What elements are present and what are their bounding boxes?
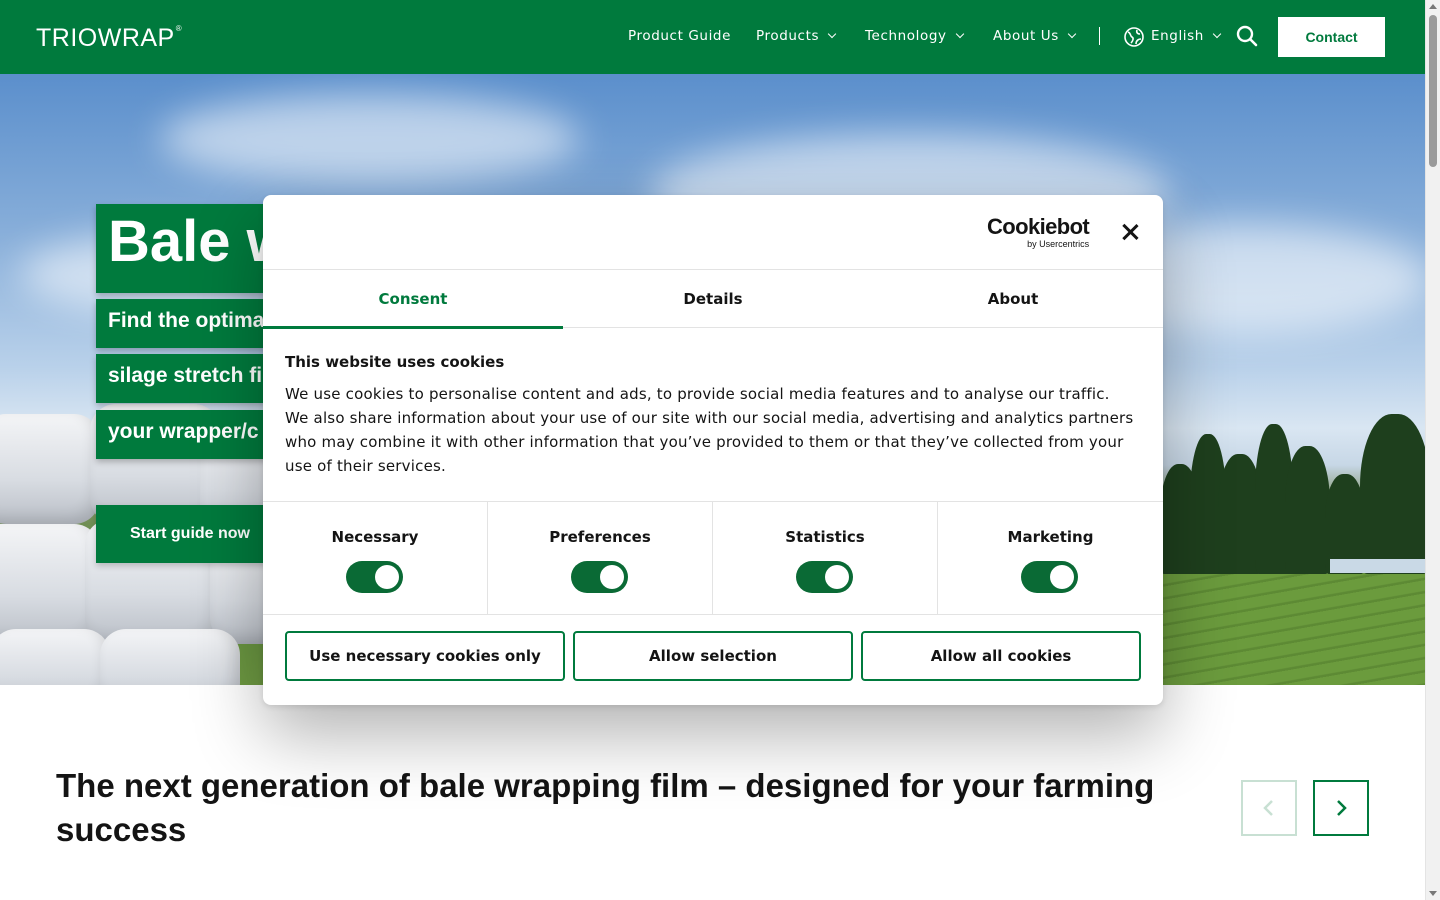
necessary-toggle[interactable] (346, 561, 403, 593)
chevron-down-icon (955, 29, 964, 39)
search-icon[interactable] (1236, 25, 1258, 47)
scroll-thumb[interactable] (1429, 15, 1437, 167)
page-scrollbar[interactable] (1425, 0, 1440, 900)
nav-about-us[interactable]: About Us (993, 26, 1077, 46)
contact-button[interactable]: Contact (1278, 17, 1385, 57)
hero-title-box: Bale w (96, 204, 286, 293)
site-header: TRIOWRAP® Product Guide Products Technol… (0, 0, 1425, 74)
dialog-header: Cookiebot by Usercentrics (263, 195, 1163, 270)
carousel-next-button[interactable] (1313, 780, 1369, 836)
marketing-toggle[interactable] (1021, 561, 1078, 593)
nav-divider (1099, 27, 1100, 45)
cookiebot-logo: Cookiebot by Usercentrics (987, 214, 1090, 250)
scroll-up-arrow-icon[interactable] (1429, 4, 1437, 9)
preferences-toggle[interactable] (571, 561, 628, 593)
hero-subtitle-line: Find the optima (96, 299, 286, 348)
dialog-tabs: Consent Details About (263, 270, 1163, 329)
category-necessary: Necessary (263, 502, 488, 614)
statistics-toggle[interactable] (796, 561, 853, 593)
hero-subtitle-line: silage stretch fi (96, 354, 286, 403)
dialog-description: We use cookies to personalise content an… (285, 385, 1134, 475)
lake (1330, 559, 1425, 573)
field (1160, 574, 1425, 685)
category-marketing: Marketing (938, 502, 1163, 614)
nav-technology[interactable]: Technology (865, 26, 964, 46)
nav-product-guide[interactable]: Product Guide (628, 26, 731, 46)
carousel-prev-button[interactable] (1241, 780, 1297, 836)
chevron-left-icon (1263, 800, 1273, 816)
close-icon[interactable] (1121, 223, 1139, 241)
dialog-actions: Use necessary cookies only Allow selecti… (285, 631, 1141, 681)
chevron-down-icon (1067, 29, 1077, 39)
chevron-right-icon (1337, 800, 1347, 816)
category-statistics: Statistics (713, 502, 938, 614)
tab-about[interactable]: About (863, 270, 1163, 328)
cookie-consent-dialog: Cookiebot by Usercentrics Consent Detail… (263, 195, 1163, 705)
triowrap-logo[interactable]: TRIOWRAP® (36, 24, 182, 53)
cookie-categories: Necessary Preferences Statistics Marketi… (263, 501, 1163, 615)
language-selector[interactable]: English (1151, 26, 1222, 46)
scroll-down-arrow-icon[interactable] (1429, 891, 1437, 896)
category-preferences: Preferences (488, 502, 713, 614)
tab-consent[interactable]: Consent (263, 270, 563, 329)
nav-products[interactable]: Products (756, 26, 837, 46)
necessary-only-button[interactable]: Use necessary cookies only (285, 631, 565, 681)
cloud (160, 94, 580, 184)
hero-title: Bale w (108, 209, 286, 274)
hero-subtitle-line: your wrapper/c (96, 410, 286, 459)
trees-image (1160, 404, 1425, 574)
globe-icon (1124, 27, 1144, 47)
section-tagline: The next generation of bale wrapping fil… (56, 767, 1155, 848)
tab-details[interactable]: Details (563, 270, 863, 328)
chevron-down-icon (1212, 29, 1222, 39)
chevron-down-icon (827, 29, 837, 39)
allow-all-button[interactable]: Allow all cookies (861, 631, 1141, 681)
dialog-body: This website uses cookies We use cookies… (285, 353, 1135, 478)
allow-selection-button[interactable]: Allow selection (573, 631, 853, 681)
dialog-title: This website uses cookies (285, 353, 505, 371)
start-guide-button[interactable]: Start guide now (96, 505, 286, 563)
